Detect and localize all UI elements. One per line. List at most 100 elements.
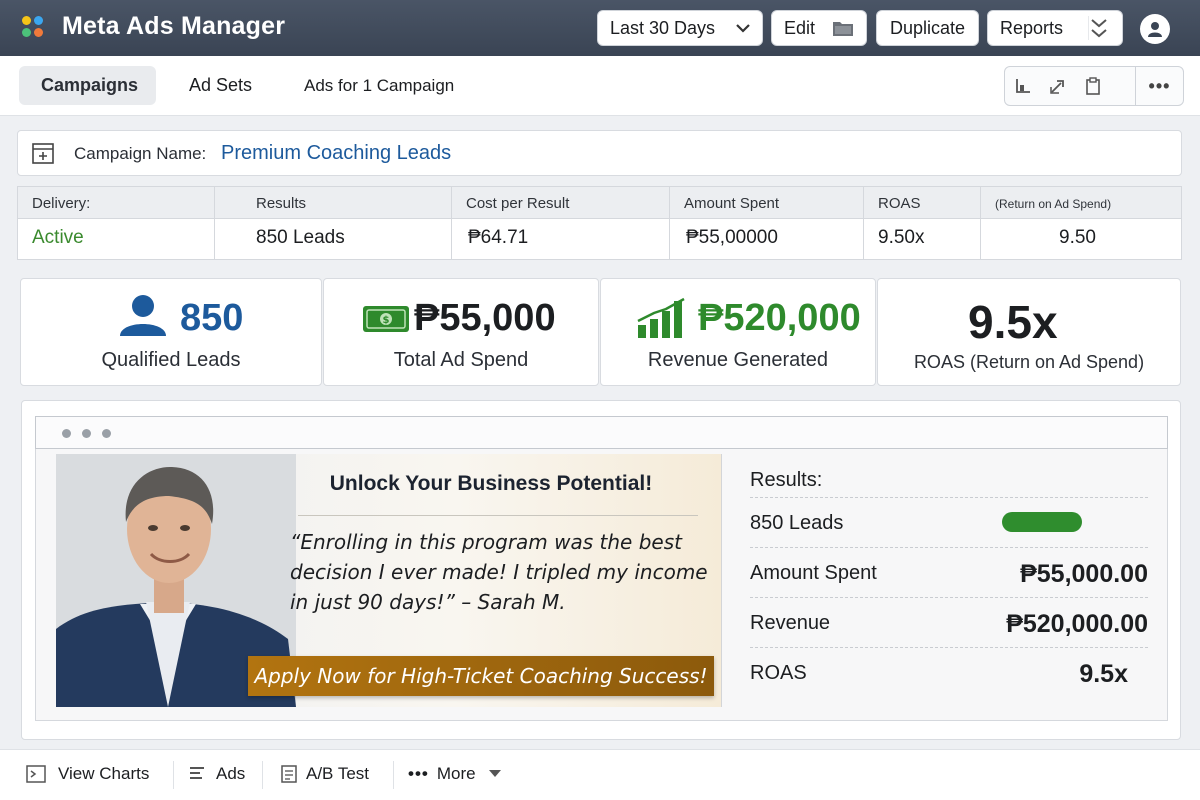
cash-icon: $ — [363, 306, 409, 332]
clipboard-icon[interactable] — [1075, 67, 1110, 105]
svg-text:$: $ — [383, 315, 390, 326]
campaign-summary-table: Delivery: Active Results 850 Leads Cost … — [17, 186, 1182, 260]
roas-header: ROAS — [878, 195, 921, 212]
results-title: Results: — [750, 469, 823, 491]
kpi-card-revenue: ₱520,000 Revenue Generated — [600, 278, 876, 386]
leads-progress-bar — [1002, 512, 1082, 532]
return-on-ad-spend-column: (Return on Ad Spend) 9.50 — [981, 187, 1181, 259]
chevron-down-icon — [736, 24, 750, 33]
divider — [173, 761, 174, 789]
tab-campaigns[interactable]: Campaigns — [19, 66, 156, 105]
kpi-revenue-value: ₱520,000 — [698, 297, 861, 339]
ad-headline: Unlock Your Business Potential! — [329, 472, 653, 495]
amount-spent-value: ₱55,00000 — [686, 227, 778, 248]
campaign-name-link[interactable]: Premium Coaching Leads — [221, 142, 451, 165]
results-revenue-label: Revenue — [750, 612, 831, 634]
results-roas-value: 9.5x — [1079, 660, 1128, 688]
ab-test-label: A/B Test — [306, 764, 369, 783]
reports-button[interactable]: Reports — [987, 10, 1123, 46]
results-value: 850 Leads — [256, 227, 345, 248]
results-roas-label: ROAS — [750, 662, 807, 684]
edit-label: Edit — [784, 17, 816, 38]
account-avatar-button[interactable] — [1140, 14, 1170, 44]
preview-content: Unlock Your Business Potential! “Enrolli… — [35, 449, 1168, 721]
tab-ad-sets[interactable]: Ad Sets — [167, 66, 274, 105]
ab-test-icon — [281, 765, 297, 783]
delivery-header: Delivery: — [32, 195, 91, 212]
ab-test-button[interactable]: A/B Test — [280, 764, 369, 784]
kpi-roas-value: 9.5x — [968, 296, 1058, 348]
window-dot-icon — [102, 429, 111, 438]
app-logo-icon — [22, 16, 52, 40]
cost-per-result-header: Cost per Result — [466, 195, 570, 212]
user-icon — [120, 295, 166, 336]
results-row-amount-spent: Amount Spent ₱55,000.00 — [750, 547, 1148, 597]
kpi-spend-value: ₱55,000 — [414, 297, 556, 339]
ads-button[interactable]: Ads — [188, 764, 245, 784]
results-column: Results 850 Leads — [215, 187, 452, 259]
divider — [262, 761, 263, 789]
growth-chart-icon — [637, 297, 685, 338]
edit-button[interactable]: Edit — [771, 10, 867, 46]
window-dot-icon — [62, 429, 71, 438]
campaign-icon — [32, 143, 54, 164]
kpi-card-ad-spend: $ ₱55,000 Total Ad Spend — [323, 278, 599, 386]
date-range-label: Last 30 Days — [610, 17, 716, 38]
chart-icon[interactable] — [1005, 67, 1040, 105]
folder-icon — [833, 22, 853, 36]
more-dots-icon: ••• — [408, 764, 429, 783]
kpi-revenue-label: Revenue Generated — [647, 349, 829, 371]
return-on-ad-spend-value: 9.50 — [1059, 227, 1096, 248]
campaign-name-bar: Campaign Name: Premium Coaching Leads — [17, 130, 1182, 176]
kpi-roas-label: ROAS (Return on Ad Spend) — [913, 352, 1145, 372]
reports-label: Reports — [1000, 17, 1064, 38]
delivery-status: Active — [32, 227, 84, 248]
app-title: Meta Ads Manager — [62, 12, 286, 40]
results-row-revenue: Revenue ₱520,000.00 — [750, 597, 1148, 647]
kpi-leads-label: Qualified Leads — [101, 349, 241, 371]
level-tab-bar: Campaigns Ad Sets Ads for 1 Campaign ••• — [0, 56, 1200, 116]
duplicate-button[interactable]: Duplicate — [876, 10, 979, 46]
date-range-dropdown[interactable]: Last 30 Days — [597, 10, 763, 46]
bottom-action-bar: View Charts Ads A/B Test ••• More — [0, 749, 1200, 800]
view-charts-label: View Charts — [58, 764, 150, 783]
apply-now-cta-button[interactable]: Apply Now for High-Ticket Coaching Succe… — [248, 656, 714, 696]
view-charts-button[interactable]: View Charts — [26, 764, 149, 784]
ads-icon — [190, 767, 204, 779]
kpi-card-roas: 9.5x ROAS (Return on Ad Spend) — [877, 278, 1181, 386]
ads-label: Ads — [216, 764, 246, 783]
results-revenue-value: ₱520,000.00 — [1006, 610, 1148, 638]
more-label: More — [436, 764, 476, 783]
return-on-ad-spend-header: (Return on Ad Spend) — [995, 197, 1112, 211]
ad-creative[interactable]: Unlock Your Business Potential! “Enrolli… — [56, 454, 722, 707]
user-avatar-icon — [1148, 22, 1162, 37]
chevron-expand-icon — [1088, 16, 1107, 40]
share-icon[interactable] — [1040, 67, 1075, 105]
headline-divider — [298, 515, 698, 516]
view-tools-group: ••• — [1004, 66, 1184, 106]
cost-per-result-value: ₱64.71 — [468, 227, 529, 248]
amount-spent-header: Amount Spent — [684, 195, 780, 212]
results-row-leads: 850 Leads — [750, 497, 1148, 547]
divider — [393, 761, 394, 789]
results-header: Results — [256, 195, 307, 212]
results-row-roas: ROAS 9.5x — [750, 647, 1148, 697]
top-bar: Meta Ads Manager Last 30 Days Edit Dupli… — [0, 0, 1200, 56]
results-spent-label: Amount Spent — [750, 562, 877, 584]
duplicate-label: Duplicate — [889, 17, 966, 38]
roas-value: 9.50x — [878, 227, 925, 248]
results-spent-value: ₱55,000.00 — [1020, 560, 1148, 588]
charts-icon — [26, 765, 46, 783]
roas-column: ROAS 9.50x — [864, 187, 981, 259]
kpi-leads-value: 850 — [180, 297, 244, 339]
ad-results-panel: Results: 850 Leads Amount Spent ₱55,000.… — [750, 449, 1148, 721]
chevron-down-icon — [488, 770, 501, 777]
kpi-card-leads: 850 Qualified Leads — [20, 278, 322, 386]
tab-ads[interactable]: Ads for 1 Campaign — [282, 66, 476, 105]
delivery-column: Delivery: Active — [18, 187, 215, 259]
more-actions-button[interactable]: ••• More — [408, 764, 502, 784]
more-options-button[interactable]: ••• — [1135, 67, 1183, 105]
ad-testimonial-quote: “Enrolling in this program was the best … — [290, 530, 708, 614]
window-dot-icon — [82, 429, 91, 438]
results-leads-label: 850 Leads — [750, 512, 844, 534]
